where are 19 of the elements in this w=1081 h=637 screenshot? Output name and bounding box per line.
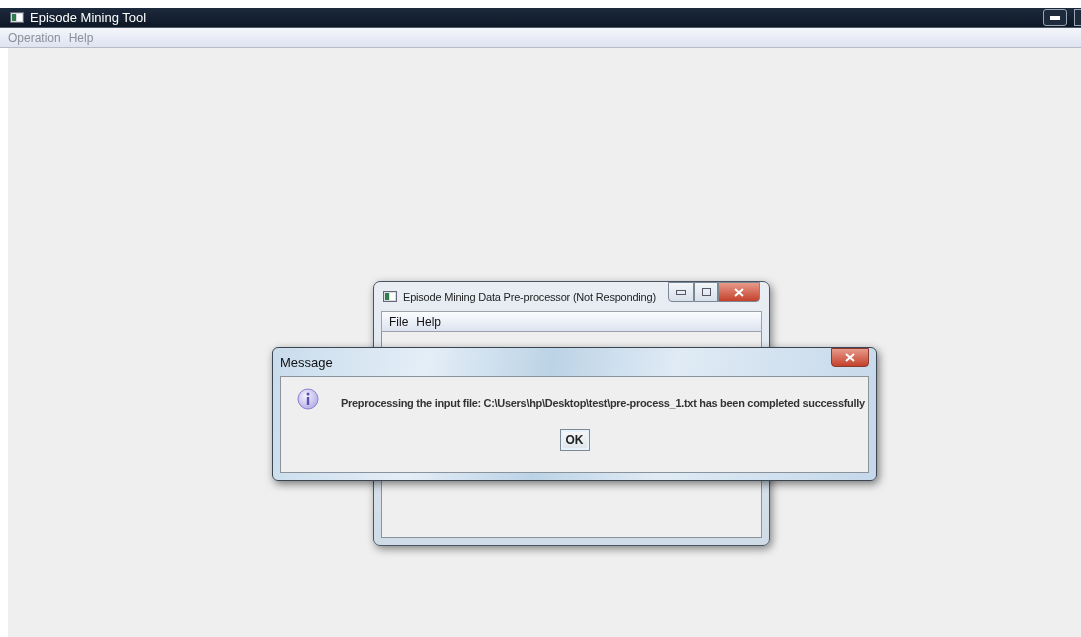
ok-button[interactable]: OK xyxy=(559,429,590,451)
menu-item[interactable]: Help xyxy=(412,314,446,329)
app-icon xyxy=(383,291,397,302)
dialog-title: Message xyxy=(280,354,333,370)
window-title: Episode Mining Data Pre-processor (Not Responding) xyxy=(403,290,656,303)
minimize-icon xyxy=(1050,15,1060,20)
info-icon xyxy=(297,387,319,411)
close-icon xyxy=(734,287,744,297)
close-button[interactable] xyxy=(831,348,869,367)
close-button[interactable] xyxy=(718,282,760,302)
close-icon xyxy=(845,353,855,362)
minimize-button[interactable] xyxy=(1043,9,1067,26)
minimize-button[interactable] xyxy=(668,282,694,302)
menu-item[interactable]: File xyxy=(385,314,413,329)
message-text: Preprocessing the input file: C:\Users\hp\Desktop\test\pre-process_1.txt has been completed successfully xyxy=(341,397,865,409)
window-title: Episode Mining Tool xyxy=(30,10,147,25)
app-icon xyxy=(10,12,24,23)
minimize-icon xyxy=(676,289,686,295)
maximize-icon xyxy=(701,288,711,296)
